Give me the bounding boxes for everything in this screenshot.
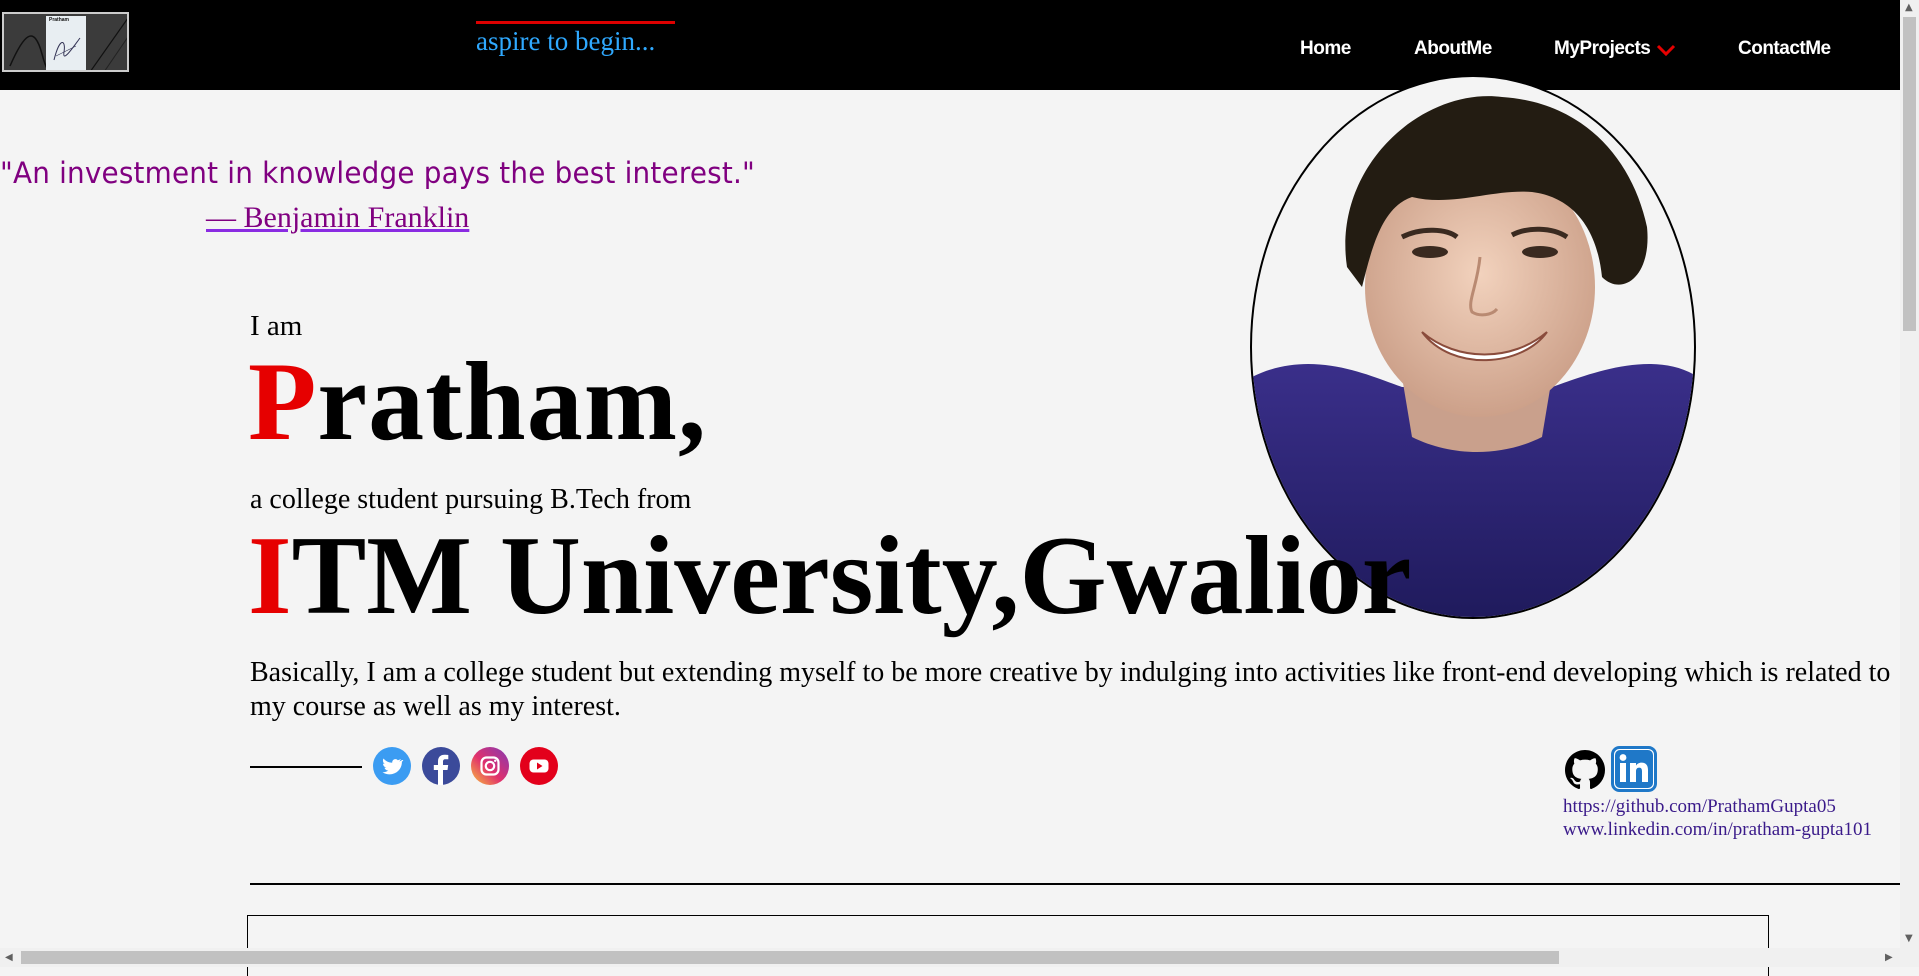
name-heading: Pratham, [248,346,707,458]
university-rest: TM University,Gwalior [291,514,1412,638]
nav-contactme[interactable]: ContactMe [1738,38,1831,60]
nav-myprojects[interactable]: MyProjects [1554,38,1651,60]
scroll-right-icon[interactable]: ▶ [1885,952,1893,963]
social-divider [250,766,362,768]
name-rest: ratham, [317,340,708,464]
logo-signature-icon [53,37,81,61]
linkedin-link[interactable]: www.linkedin.com/in/pratham-gupta101 [1563,819,1872,841]
top-navbar: Pratham aspire to begin... Home AboutMe … [0,0,1900,90]
github-link[interactable]: https://github.com/PrathamGupta05 [1563,796,1836,818]
nav-aboutme[interactable]: AboutMe [1414,38,1492,60]
site-logo[interactable]: Pratham [2,12,129,72]
university-heading: ITM University,Gwalior [248,520,1411,632]
logo-card: Pratham [46,16,86,70]
nav-home[interactable]: Home [1300,38,1351,60]
instagram-icon[interactable] [471,747,509,785]
tagline: aspire to begin... [476,26,656,56]
github-icon[interactable] [1565,750,1605,795]
section-divider [250,883,1900,885]
facebook-icon[interactable] [422,747,460,785]
name-first-letter: P [248,340,318,464]
twitter-icon[interactable] [373,747,411,785]
chevron-down-icon[interactable] [1656,44,1676,56]
bio-paragraph: Basically, I am a college student but ex… [250,657,1891,722]
scroll-left-icon[interactable]: ◀ [5,952,13,963]
vertical-scroll-thumb[interactable] [1903,17,1916,331]
quote-author[interactable]: — Benjamin Franklin [206,201,469,235]
tagline-underline [476,21,675,24]
intro-iam: I am [250,310,303,342]
linkedin-icon[interactable] [1611,746,1657,797]
quote-text: "An investment in knowledge pays the bes… [0,156,756,190]
scroll-down-icon[interactable]: ▼ [1905,933,1913,944]
university-first-letter: I [248,514,292,638]
youtube-icon[interactable] [520,747,558,785]
horizontal-scroll-thumb[interactable] [21,951,1559,964]
intro-subtitle: a college student pursuing B.Tech from [250,484,692,515]
scroll-up-icon[interactable]: ▲ [1905,2,1913,13]
